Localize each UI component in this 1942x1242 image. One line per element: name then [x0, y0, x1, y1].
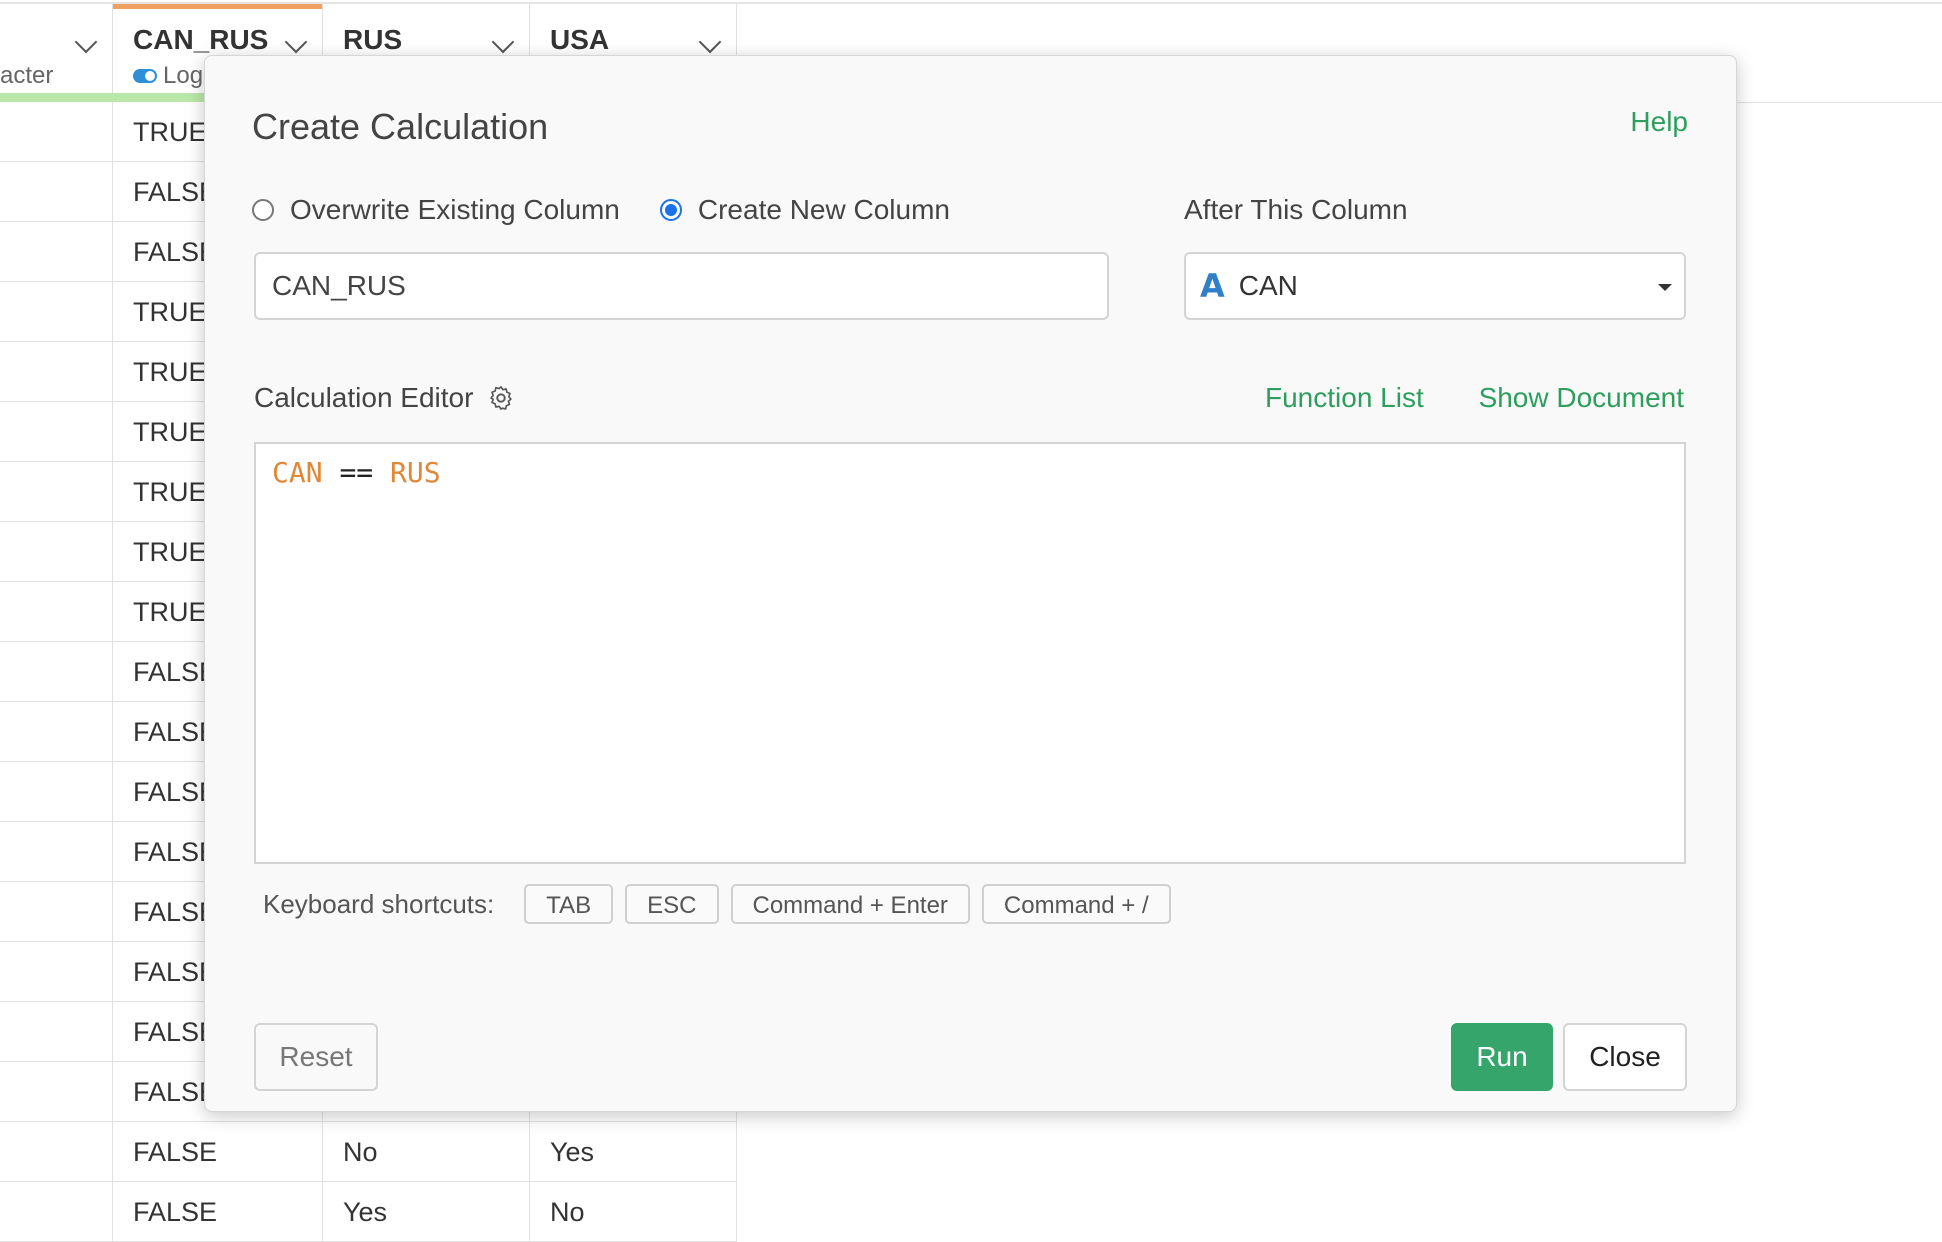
run-button[interactable]: Run [1451, 1023, 1553, 1091]
shortcuts-label: Keyboard shortcuts: [263, 888, 495, 919]
table-cell[interactable] [0, 942, 113, 1002]
table-cell[interactable]: FALSE [113, 1122, 323, 1182]
table-cell[interactable]: No [530, 1182, 737, 1242]
column-header-0[interactable]: acter [0, 4, 113, 101]
keyboard-shortcuts: Keyboard shortcuts: TAB ESC Command + En… [263, 884, 1183, 924]
function-list-link[interactable]: Function List [1265, 382, 1424, 414]
table-cell[interactable] [0, 222, 113, 282]
column-type-label: acter [0, 62, 54, 89]
overwrite-radio[interactable] [252, 199, 274, 221]
expression-operator: == [339, 456, 374, 489]
table-cell[interactable]: Yes [323, 1182, 530, 1242]
dialog-title: Create Calculation [252, 106, 549, 147]
chevron-down-icon[interactable] [284, 30, 308, 54]
create-calculation-dialog: Create Calculation Help Overwrite Existi… [204, 55, 1737, 1112]
after-column-value: CAN [1238, 270, 1298, 301]
chevron-down-icon[interactable] [74, 30, 98, 54]
table-cell[interactable] [0, 282, 113, 342]
table-cell[interactable] [0, 822, 113, 882]
shortcut-command-slash: Command + / [981, 884, 1171, 924]
gear-icon[interactable] [487, 384, 515, 412]
column-name: RUS [343, 24, 403, 55]
calculation-editor-title: Calculation Editor [254, 382, 474, 413]
show-document-link[interactable]: Show Document [1479, 382, 1684, 414]
table-cell[interactable] [0, 582, 113, 642]
after-column-label: After This Column [1184, 194, 1408, 225]
calculation-editor-label: Calculation Editor [254, 382, 515, 414]
table-cell[interactable] [0, 522, 113, 582]
expression-token: RUS [390, 456, 441, 489]
column-mode-radio-group: Overwrite Existing Column Create New Col… [252, 194, 950, 226]
table-cell[interactable] [0, 402, 113, 462]
table-cell[interactable] [0, 102, 113, 162]
table-cell[interactable] [0, 1182, 113, 1242]
reset-button[interactable]: Reset [254, 1023, 378, 1091]
table-cell[interactable] [0, 462, 113, 522]
create-new-label[interactable]: Create New Column [698, 194, 950, 226]
table-cell[interactable] [0, 642, 113, 702]
table-cell[interactable] [0, 1002, 113, 1062]
table-cell[interactable]: Yes [530, 1122, 737, 1182]
table-cell[interactable] [0, 882, 113, 942]
chevron-down-icon[interactable] [698, 30, 722, 54]
column-name: USA [550, 24, 610, 55]
table-cell[interactable] [0, 702, 113, 762]
table-cell[interactable] [0, 342, 113, 402]
after-column-select[interactable]: A CAN [1184, 252, 1686, 320]
close-button[interactable]: Close [1563, 1023, 1687, 1091]
calculation-editor[interactable]: CAN == RUS [254, 442, 1686, 864]
table-row: FALSE Yes No [0, 1182, 737, 1242]
shortcut-esc: ESC [625, 884, 719, 924]
create-new-radio[interactable] [659, 199, 682, 221]
table-cell[interactable] [0, 1062, 113, 1122]
caret-down-icon [1658, 284, 1672, 291]
column-type-label: Log [133, 62, 203, 90]
table-cell[interactable] [0, 1122, 113, 1182]
chevron-down-icon[interactable] [491, 30, 515, 54]
table-cell[interactable]: No [323, 1122, 530, 1182]
shortcut-tab: TAB [524, 884, 614, 924]
overwrite-label[interactable]: Overwrite Existing Column [290, 194, 620, 226]
shortcut-command-enter: Command + Enter [730, 884, 970, 924]
column-name: CAN_RUS [133, 24, 269, 55]
logical-type-icon [133, 69, 157, 83]
table-cell[interactable] [0, 762, 113, 822]
column-type-text: Log [163, 62, 204, 89]
help-link[interactable]: Help [1630, 106, 1688, 138]
new-column-name-input[interactable] [254, 252, 1109, 320]
expression-token: CAN [272, 456, 323, 489]
table-cell[interactable]: FALSE [113, 1182, 323, 1242]
table-row: FALSE No Yes [0, 1122, 737, 1182]
table-cell[interactable] [0, 162, 113, 222]
character-type-icon: A [1200, 267, 1225, 305]
